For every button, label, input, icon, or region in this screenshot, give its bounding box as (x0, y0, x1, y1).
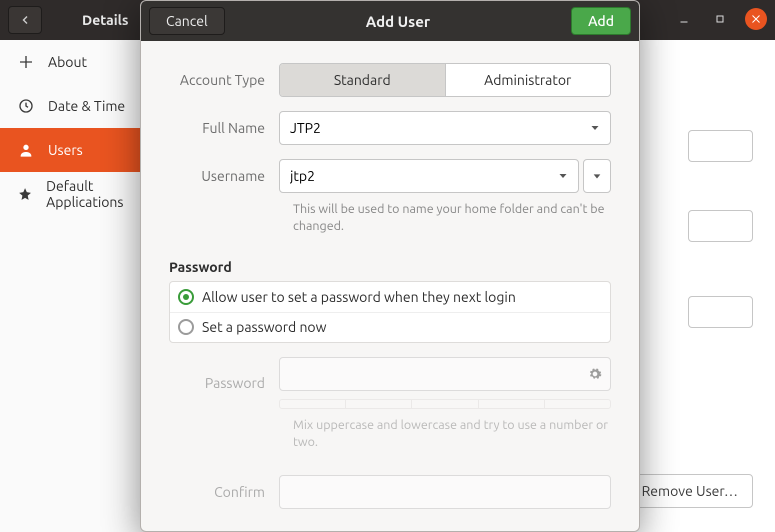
account-type-standard[interactable]: Standard (280, 64, 445, 96)
background-field[interactable] (688, 296, 753, 328)
sidebar-item-label: Date & Time (48, 98, 125, 114)
label-account-type: Account Type (169, 72, 279, 88)
radio-now-label: Set a password now (202, 319, 326, 335)
window-minimize-button[interactable] (673, 8, 695, 30)
generate-password-button[interactable] (585, 364, 605, 384)
add-label: Add (588, 13, 614, 29)
password-input[interactable] (279, 357, 611, 391)
window-close-button[interactable] (745, 8, 767, 30)
username-hint: This will be used to name your home fold… (169, 201, 611, 235)
remove-user-label: Remove User… (642, 483, 738, 499)
radio-icon (178, 319, 194, 335)
add-user-dialog: Cancel Add User Add Account Type Standar… (140, 0, 640, 532)
password-options: Allow user to set a password when they n… (169, 281, 611, 343)
standard-label: Standard (334, 72, 391, 88)
close-icon (750, 13, 762, 25)
confirm-input[interactable] (279, 475, 611, 509)
dialog-title: Add User (366, 13, 430, 30)
full-name-field[interactable] (279, 111, 611, 145)
row-password: Password (169, 357, 611, 409)
username-extra-dropdown[interactable] (583, 159, 611, 193)
cancel-label: Cancel (166, 13, 208, 29)
row-account-type: Account Type Standard Administrator (169, 63, 611, 97)
confirm-field-wrap (279, 475, 611, 509)
triangle-down-icon (592, 171, 602, 181)
dialog-header: Cancel Add User Add (141, 1, 639, 41)
window-controls (673, 8, 767, 30)
plus-icon (18, 54, 34, 70)
minimize-icon (678, 13, 690, 25)
radio-icon (178, 289, 194, 305)
full-name-dropdown[interactable] (580, 122, 610, 134)
back-button[interactable] (8, 6, 42, 34)
label-full-name: Full Name (169, 120, 279, 136)
row-username: Username (169, 159, 611, 193)
clock-icon (18, 98, 34, 114)
account-type-administrator[interactable]: Administrator (445, 64, 611, 96)
background-field[interactable] (688, 210, 753, 242)
chevron-down-icon (557, 170, 569, 182)
username-input[interactable] (280, 168, 548, 184)
maximize-icon (714, 13, 726, 25)
cancel-button[interactable]: Cancel (149, 7, 225, 35)
account-type-toggle: Standard Administrator (279, 63, 611, 97)
password-section-title: Password (169, 259, 611, 275)
sidebar-item-label: About (48, 54, 87, 70)
label-confirm: Confirm (169, 484, 279, 500)
radio-later-label: Allow user to set a password when they n… (202, 289, 516, 305)
label-password: Password (169, 375, 279, 391)
star-icon (18, 186, 32, 202)
row-confirm: Confirm (169, 475, 611, 509)
remove-user-button[interactable]: Remove User… (627, 474, 753, 508)
add-button[interactable]: Add (571, 7, 631, 35)
full-name-input[interactable] (280, 120, 580, 136)
chevron-down-icon (589, 122, 601, 134)
password-hint: Mix uppercase and lowercase and try to u… (169, 417, 611, 451)
password-strength-meter (279, 399, 611, 409)
user-icon (18, 142, 34, 158)
password-field-wrap (279, 357, 611, 391)
row-full-name: Full Name (169, 111, 611, 145)
gear-icon (588, 367, 602, 381)
radio-set-now[interactable]: Set a password now (170, 312, 610, 342)
sidebar-item-label: Users (48, 142, 83, 158)
background-field[interactable] (688, 130, 753, 162)
radio-set-later[interactable]: Allow user to set a password when they n… (170, 282, 610, 312)
window-maximize-button[interactable] (709, 8, 731, 30)
dialog-body: Account Type Standard Administrator Full… (141, 41, 639, 532)
settings-title: Details (82, 12, 128, 28)
username-field[interactable] (279, 159, 579, 193)
username-select[interactable] (548, 170, 578, 182)
label-username: Username (169, 168, 279, 184)
chevron-left-icon (19, 14, 31, 26)
administrator-label: Administrator (484, 72, 571, 88)
